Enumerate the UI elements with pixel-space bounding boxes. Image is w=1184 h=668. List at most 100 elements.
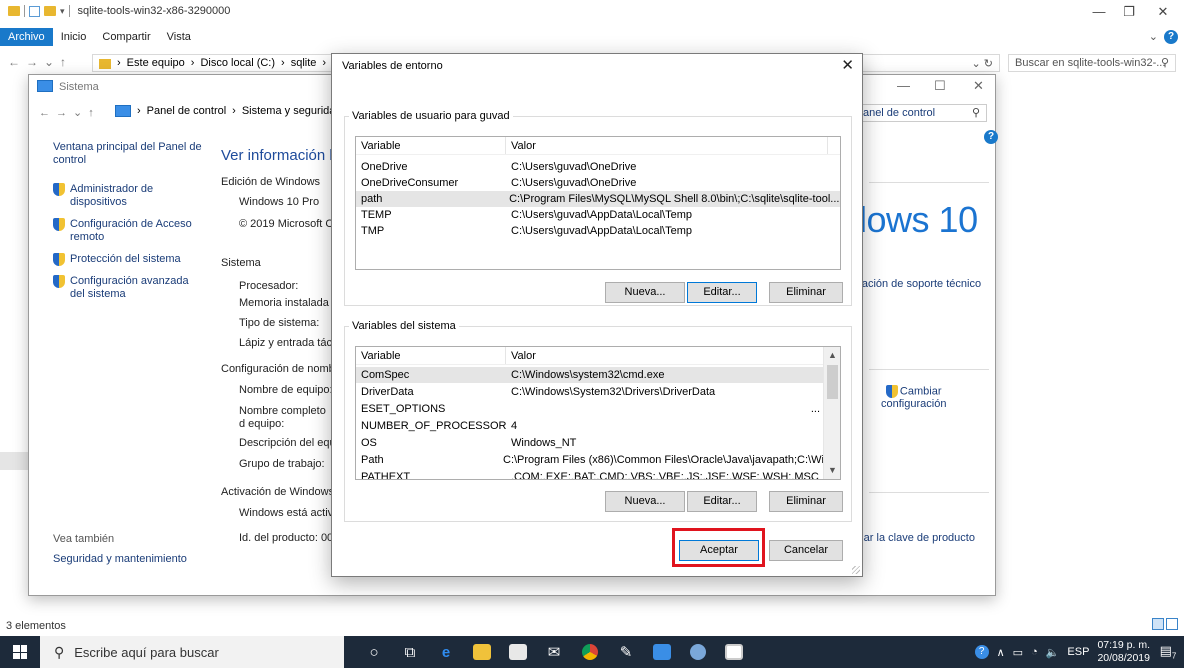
scrollbar-thumb[interactable] (827, 365, 838, 399)
help-icon[interactable]: ? (1164, 30, 1178, 44)
battery-icon[interactable]: ▭ (1013, 646, 1023, 659)
restore-icon[interactable]: ❐ (1114, 4, 1144, 20)
close-icon[interactable]: ✕ (1148, 4, 1178, 20)
taskbar-search-input[interactable]: ⚲ Escribe aquí para buscar (40, 636, 344, 668)
breadcrumb-item[interactable]: sqlite (291, 57, 317, 69)
refresh-icon[interactable]: ⌄ ↻ (972, 57, 994, 70)
help-tray-icon[interactable]: ? (974, 645, 989, 659)
close-icon[interactable]: ✕ (841, 56, 854, 74)
customize-dropdown-icon[interactable]: ▾ (60, 6, 65, 17)
breadcrumb-item[interactable]: Panel de control (147, 105, 227, 117)
help-icon[interactable]: ? (984, 130, 998, 144)
variable-name: PATHEXT (361, 471, 411, 480)
taskbar-apps: ○ ⧉ e ✉ ✎ (356, 636, 752, 668)
tab-vista[interactable]: Vista (159, 28, 199, 46)
close-icon[interactable]: ✕ (973, 78, 984, 94)
tab-inicio[interactable]: Inicio (53, 28, 95, 46)
scroll-up-icon[interactable]: ▲ (824, 347, 840, 364)
start-button[interactable] (0, 636, 40, 668)
search-input[interactable]: Buscar en sqlite-tools-win32-... ⚲ (1008, 54, 1176, 72)
new-folder-icon[interactable] (44, 6, 56, 16)
network-icon[interactable]: ◔ (1031, 646, 1038, 658)
folder-icon (8, 6, 20, 16)
control-panel-icon[interactable] (644, 636, 680, 668)
minimize-icon[interactable]: — (1084, 4, 1114, 19)
tab-archivo[interactable]: Archivo (0, 28, 53, 46)
table-row[interactable]: TMP C:\Users\guvad\AppData\Local\Temp (356, 223, 840, 239)
system-edit-button[interactable]: Editar... (687, 491, 757, 512)
list-header: Variable Valor (356, 347, 840, 365)
volume-icon[interactable]: 🔈 (1046, 646, 1060, 659)
language-indicator[interactable]: ESP (1067, 646, 1089, 658)
system-delete-button[interactable]: Eliminar (769, 491, 843, 512)
table-row[interactable]: NUMBER_OF_PROCESSORS 4 (356, 418, 825, 434)
resize-grip-icon[interactable] (852, 566, 860, 574)
breadcrumb-item[interactable]: Sistema y segurida (242, 105, 336, 117)
large-icons-view-icon[interactable] (1166, 618, 1178, 630)
notification-center-icon[interactable]: ▤7 (1158, 643, 1178, 661)
search-placeholder: Escribe aquí para buscar (74, 644, 219, 660)
table-row[interactable]: ESET_OPTIONS... (356, 401, 825, 417)
support-info-link[interactable]: rmación de soporte técnico (849, 278, 981, 290)
system-variables-list[interactable]: Variable Valor ComSpec C:\Windows\system3… (355, 346, 841, 480)
table-row-selected[interactable]: path C:\Program Files\MySQL\MySQL Shell 8… (356, 191, 840, 207)
table-row[interactable]: OneDriveConsumer C:\Users\guvad\OneDrive (356, 175, 840, 191)
vertical-scrollbar[interactable]: ▲ ▼ (823, 347, 840, 479)
control-panel-home-link[interactable]: Ventana principal del Panel de control (53, 141, 203, 167)
navigation-arrows-icon[interactable]: ←→⌄↑ (8, 55, 72, 69)
table-row[interactable]: TEMP C:\Users\guvad\AppData\Local\Temp (356, 207, 840, 223)
details-view-icon[interactable] (1152, 618, 1164, 630)
change-settings-link[interactable]: Cambiar configuración (881, 385, 946, 411)
variable-name: ESET_OPTIONS (361, 403, 446, 415)
table-row[interactable]: Path C:\Program Files (x86)\Common Files\… (356, 452, 825, 468)
user-edit-button[interactable]: Editar... (687, 282, 757, 303)
file-explorer-icon[interactable] (464, 636, 500, 668)
sidebar-item-remote-access[interactable]: Configuración de Acceso remoto (53, 218, 203, 244)
user-new-button[interactable]: Nueva... (605, 282, 685, 303)
sidebar-item-device-manager[interactable]: Administrador de dispositivos (53, 183, 203, 209)
task-view-icon[interactable]: ⧉ (392, 636, 428, 668)
column-header-value[interactable]: Valor (506, 137, 828, 154)
table-row-selected[interactable]: ComSpec C:\Windows\system32\cmd.exe (356, 367, 825, 383)
clock[interactable]: 07:19 p. m. 20/08/2019 (1097, 639, 1150, 665)
table-row[interactable]: OS Windows_NT (356, 435, 825, 451)
cortana-icon[interactable]: ○ (356, 636, 392, 668)
clock-date: 20/08/2019 (1097, 652, 1150, 664)
cancel-button[interactable]: Cancelar (769, 540, 843, 561)
store-icon[interactable] (500, 636, 536, 668)
variable-name: path (361, 193, 383, 205)
column-header-variable[interactable]: Variable (356, 137, 506, 154)
change-product-key-link[interactable]: nbiar la clave de producto (849, 532, 975, 544)
mail-icon[interactable]: ✉ (536, 636, 572, 668)
breadcrumb-item[interactable]: Este equipo (127, 57, 185, 69)
table-row[interactable]: DriverData C:\Windows\System32\Drivers\Dr… (356, 384, 825, 400)
environment-variables-dialog: Variables de entorno ✕ Variables de usua… (331, 53, 863, 577)
scroll-down-icon[interactable]: ▼ (824, 462, 840, 479)
properties-icon[interactable] (29, 5, 40, 17)
column-header-value[interactable]: Valor (506, 347, 824, 364)
user-delete-button[interactable]: Eliminar (769, 282, 843, 303)
table-row[interactable]: OneDrive C:\Users\guvad\OneDrive (356, 159, 840, 175)
user-variables-list[interactable]: Variable Valor OneDrive C:\Users\guvad\On… (355, 136, 841, 270)
photos-icon[interactable] (716, 636, 752, 668)
system-new-button[interactable]: Nueva... (605, 491, 685, 512)
tab-compartir[interactable]: Compartir (94, 28, 158, 46)
sidebar-item-system-protection[interactable]: Protección del sistema (53, 253, 203, 266)
column-header-variable[interactable]: Variable (356, 347, 506, 364)
chrome-icon[interactable] (572, 636, 608, 668)
navigation-arrows-icon[interactable]: ←→⌄↑ (39, 106, 100, 119)
edge-icon[interactable]: e (428, 636, 464, 668)
shield-icon (53, 183, 65, 196)
breadcrumb[interactable]: › Panel de control › Sistema y segurida (115, 105, 335, 117)
settings-app-icon[interactable] (680, 636, 716, 668)
table-row[interactable]: PATHEXT .COM;.EXE;.BAT;.CMD;.VBS;.VBE;.JS… (356, 469, 825, 480)
security-maintenance-link[interactable]: Seguridad y mantenimiento (53, 553, 187, 565)
minimize-icon[interactable]: — (897, 78, 910, 93)
sidebar-item-advanced-settings[interactable]: Configuración avanzada del sistema (53, 275, 203, 301)
divider (869, 182, 989, 183)
breadcrumb-item[interactable]: Disco local (C:) (200, 57, 275, 69)
paint-icon[interactable]: ✎ (608, 636, 644, 668)
expand-ribbon-icon[interactable]: ⌄ (1149, 30, 1158, 43)
maximize-icon[interactable]: ☐ (934, 78, 946, 94)
show-hidden-icons-icon[interactable]: ∧ (997, 646, 1005, 659)
